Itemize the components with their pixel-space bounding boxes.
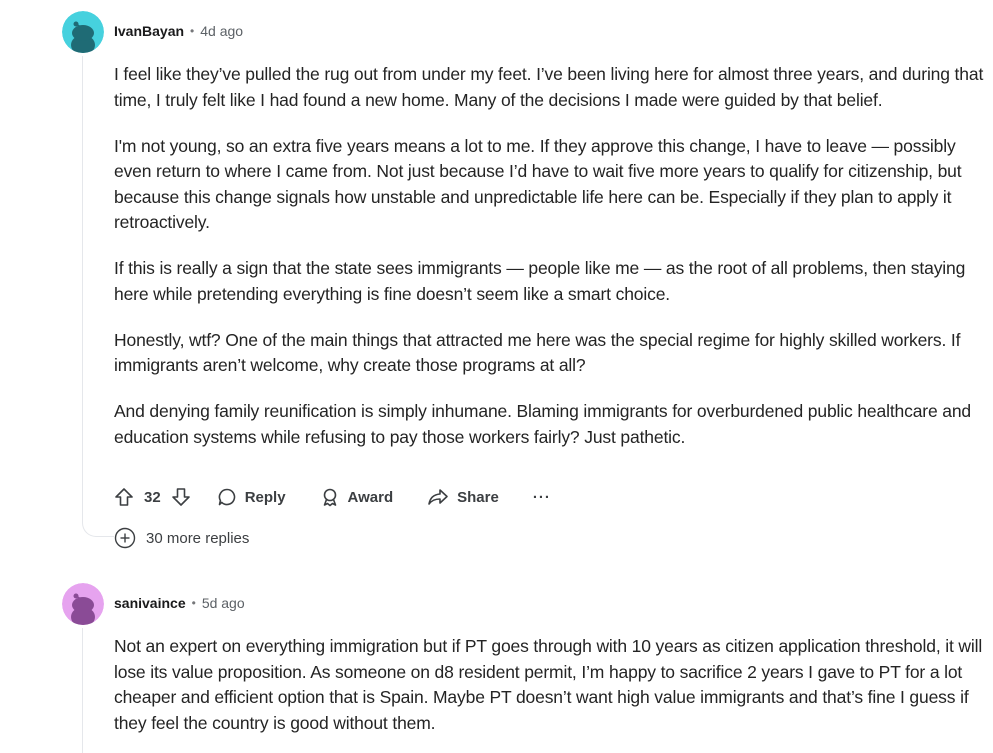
award-label: Award [347, 488, 394, 506]
share-icon [428, 489, 448, 505]
upvote-icon [115, 488, 133, 506]
comment-body: Not an expert on everything immigration … [114, 634, 984, 736]
comment-paragraph: Not an expert on everything immigration … [114, 636, 983, 733]
author-name[interactable]: IvanBayan [114, 23, 184, 39]
comment-paragraph: I'm not young, so an extra five years me… [114, 135, 962, 233]
downvote-button[interactable] [171, 487, 191, 507]
thread-line[interactable] [82, 628, 83, 753]
meta-separator: • [191, 596, 196, 610]
more-replies-button[interactable]: 30 more replies [114, 527, 249, 549]
meta-separator: • [190, 24, 195, 38]
comment-actions: 32 Reply Award Share ··· [114, 483, 551, 511]
downvote-icon [171, 488, 190, 506]
timestamp[interactable]: 4d ago [200, 23, 243, 39]
overflow-menu-icon: ··· [532, 488, 551, 506]
vote-score: 32 [144, 488, 161, 506]
share-label: Share [457, 488, 499, 506]
thread-line[interactable] [82, 56, 83, 516]
award-button[interactable]: Award [320, 487, 394, 507]
plus-circle-icon [114, 527, 136, 549]
comment-paragraph: If this is really a sign that the state … [114, 258, 966, 304]
comment-paragraph: Honestly, wtf? One of the main things th… [114, 329, 961, 376]
share-button[interactable]: Share [427, 487, 499, 507]
comment-paragraph: I feel like they’ve pulled the rug out f… [114, 64, 984, 110]
reply-button[interactable]: Reply [217, 487, 286, 507]
comment-meta: sanivaince • 5d ago [114, 595, 245, 611]
author-name[interactable]: sanivaince [114, 595, 186, 611]
avatar[interactable] [62, 583, 104, 625]
more-replies-label: 30 more replies [146, 529, 250, 547]
timestamp[interactable]: 5d ago [202, 595, 245, 611]
thread-elbow [82, 516, 114, 537]
upvote-button[interactable] [114, 487, 134, 507]
award-icon [323, 488, 336, 507]
comment-meta: IvanBayan • 4d ago [114, 23, 243, 39]
comment-paragraph: And denying family reunification is simp… [114, 401, 972, 447]
comment-bubble-icon [218, 488, 235, 506]
reply-label: Reply [244, 488, 286, 506]
comment-body: I feel like they’ve pulled the rug out f… [114, 62, 984, 450]
avatar[interactable] [62, 11, 104, 53]
more-options-button[interactable]: ··· [533, 489, 551, 506]
